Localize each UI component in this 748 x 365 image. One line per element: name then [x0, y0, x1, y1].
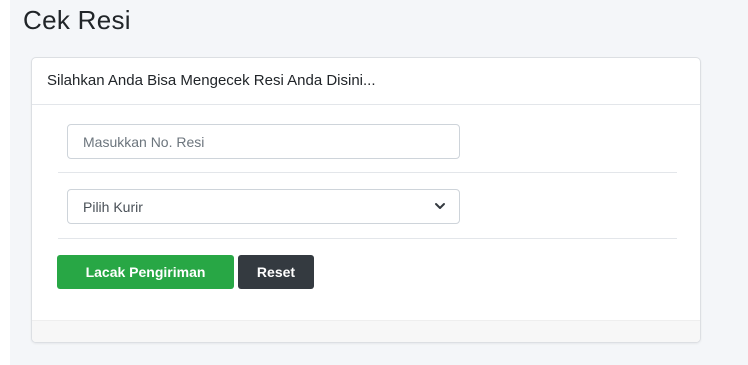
card-footer — [32, 320, 700, 342]
page-title: Cek Resi — [23, 5, 131, 35]
courier-select-value: Pilih Kurir — [83, 199, 143, 215]
cek-resi-card: Silahkan Anda Bisa Mengecek Resi Anda Di… — [31, 57, 701, 343]
reset-button[interactable]: Reset — [238, 255, 314, 289]
track-shipment-button[interactable]: Lacak Pengiriman — [57, 255, 234, 289]
card-header: Silahkan Anda Bisa Mengecek Resi Anda Di… — [32, 58, 700, 105]
divider — [58, 238, 677, 239]
divider — [58, 172, 677, 173]
chevron-down-icon — [435, 203, 445, 209]
resi-number-input[interactable] — [67, 124, 460, 159]
courier-select[interactable]: Pilih Kurir — [67, 189, 460, 224]
